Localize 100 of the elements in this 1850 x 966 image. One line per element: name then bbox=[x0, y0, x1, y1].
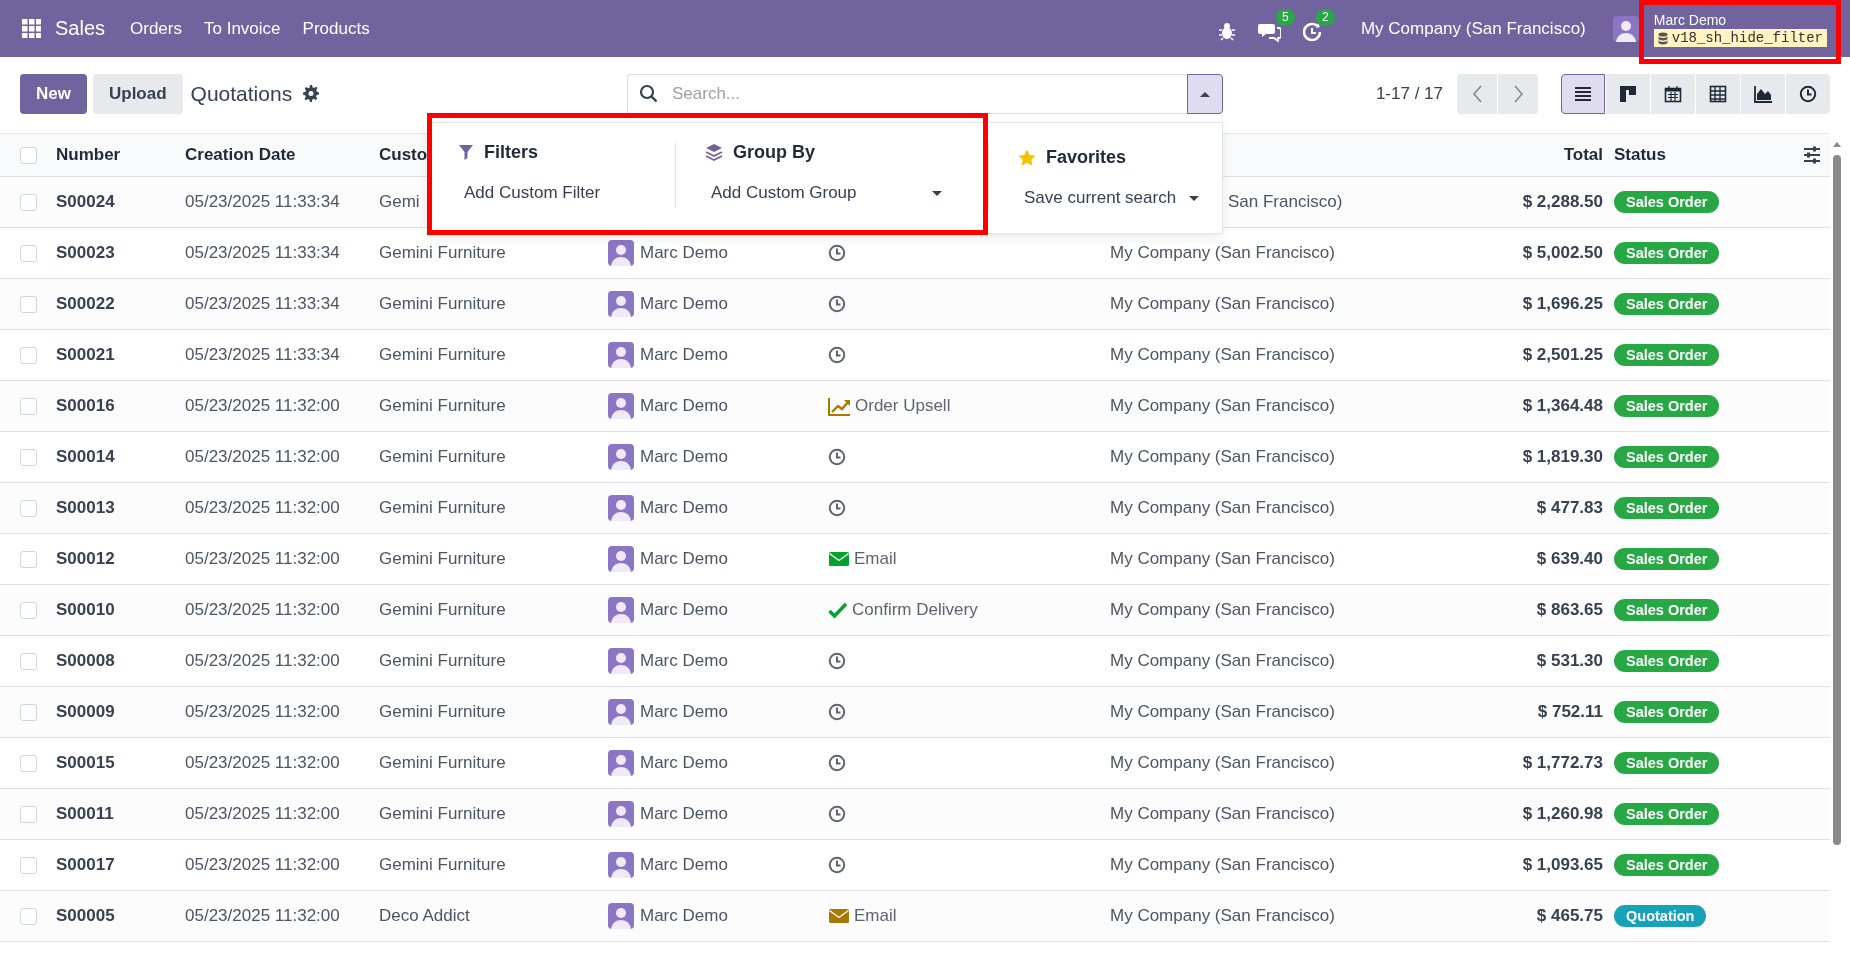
order-number: S00013 bbox=[56, 498, 115, 518]
envelope-icon[interactable] bbox=[828, 549, 850, 569]
creation-date: 05/23/2025 11:32:00 bbox=[185, 600, 340, 620]
clock-icon[interactable] bbox=[828, 244, 846, 262]
company-switcher[interactable]: My Company (San Francisco) bbox=[1349, 18, 1597, 39]
user-name[interactable]: Marc Demo bbox=[1653, 12, 1827, 28]
company-name: My Company (San Francisco) bbox=[1110, 498, 1335, 518]
section-title: Filters bbox=[484, 141, 539, 163]
kanban-view-icon bbox=[1619, 84, 1637, 103]
clock-icon[interactable] bbox=[828, 703, 846, 721]
order-number: S00016 bbox=[56, 396, 115, 416]
section-title: Group By bbox=[733, 141, 815, 163]
clock-icon[interactable] bbox=[828, 346, 846, 364]
avatar-icon bbox=[608, 699, 634, 725]
trend-chart-icon[interactable] bbox=[828, 395, 851, 417]
row-checkbox[interactable] bbox=[20, 652, 37, 670]
salesperson-name: Marc Demo bbox=[640, 447, 728, 467]
search-panel-toggle[interactable] bbox=[1187, 73, 1223, 114]
row-checkbox[interactable] bbox=[20, 295, 37, 313]
add-custom-filter-link[interactable]: Add Custom Filter bbox=[464, 180, 601, 206]
salesperson-name: Marc Demo bbox=[640, 651, 728, 671]
company-name: My Company (San Francisco) bbox=[1110, 549, 1335, 569]
salesperson-name: Marc Demo bbox=[640, 753, 728, 773]
creation-date: 05/23/2025 11:32:00 bbox=[185, 753, 340, 773]
row-checkbox[interactable] bbox=[20, 856, 37, 874]
order-number: S00005 bbox=[56, 906, 115, 926]
row-checkbox[interactable] bbox=[20, 805, 37, 823]
clock-icon[interactable] bbox=[828, 499, 846, 517]
app-menu-button[interactable] bbox=[22, 19, 41, 38]
order-total: $ 752.11 bbox=[1537, 702, 1603, 722]
view-switch-button[interactable] bbox=[1561, 73, 1605, 114]
avatar-icon bbox=[608, 801, 634, 827]
order-number: S00011 bbox=[56, 804, 114, 824]
company-name: My Company (San Francisco) bbox=[1110, 243, 1335, 263]
row-checkbox[interactable] bbox=[20, 397, 37, 415]
column-header[interactable]: Total bbox=[1563, 145, 1603, 165]
order-total: $ 5,002.50 bbox=[1522, 243, 1603, 263]
menu-link[interactable]: Orders bbox=[119, 18, 193, 39]
row-checkbox[interactable] bbox=[20, 448, 37, 466]
caret-down-icon bbox=[1188, 194, 1201, 202]
save-search-toggle[interactable]: Save current search bbox=[1024, 185, 1201, 211]
new-button[interactable]: New bbox=[20, 73, 87, 114]
clock-icon[interactable] bbox=[828, 805, 846, 823]
order-total: $ 2,501.25 bbox=[1522, 345, 1603, 365]
avatar-icon bbox=[608, 393, 634, 419]
avatar-icon bbox=[608, 648, 634, 674]
envelope-icon[interactable] bbox=[828, 906, 850, 926]
status-badge: Sales Order bbox=[1614, 191, 1720, 213]
order-total: $ 1,772.73 bbox=[1522, 753, 1603, 773]
row-checkbox[interactable] bbox=[20, 703, 37, 721]
upload-button[interactable]: Upload bbox=[92, 73, 183, 114]
activity-clock-icon bbox=[1302, 22, 1321, 41]
column-header[interactable]: Creation Date bbox=[185, 145, 296, 165]
search-field[interactable]: Search... bbox=[627, 73, 1187, 114]
list-view-icon bbox=[1574, 84, 1592, 103]
clock-icon[interactable] bbox=[828, 448, 846, 466]
column-header[interactable]: Number bbox=[56, 145, 121, 165]
add-custom-group-select[interactable]: Add Custom Group bbox=[711, 180, 943, 206]
avatar-icon bbox=[608, 342, 634, 368]
status-badge: Sales Order bbox=[1614, 650, 1720, 672]
customer-name: Gemini Furniture bbox=[379, 804, 506, 824]
activity-label: Confirm Delivery bbox=[852, 600, 978, 620]
column-header[interactable]: Status bbox=[1614, 145, 1666, 165]
user-avatar-icon[interactable] bbox=[1612, 15, 1639, 42]
menu-link[interactable]: To Invoice bbox=[193, 18, 292, 39]
clock-icon[interactable] bbox=[828, 295, 846, 313]
order-number: S00024 bbox=[56, 192, 115, 212]
status-badge: Sales Order bbox=[1614, 599, 1720, 621]
status-badge: Sales Order bbox=[1614, 701, 1720, 723]
customer-name: Gemini Furniture bbox=[379, 753, 506, 773]
row-checkbox[interactable] bbox=[20, 754, 37, 772]
checkmark-icon[interactable] bbox=[828, 601, 848, 619]
clock-icon[interactable] bbox=[828, 856, 846, 874]
row-checkbox[interactable] bbox=[20, 601, 37, 619]
status-badge: Sales Order bbox=[1614, 395, 1720, 417]
column-header[interactable]: Custo bbox=[379, 145, 428, 165]
row-checkbox[interactable] bbox=[20, 346, 37, 364]
row-checkbox[interactable] bbox=[20, 499, 37, 517]
menu-link[interactable]: Products bbox=[291, 18, 381, 39]
avatar-icon bbox=[608, 291, 634, 317]
select-all-checkbox[interactable] bbox=[20, 146, 37, 164]
chevron-right-icon bbox=[1512, 83, 1524, 104]
company-name: My Company (San Francisco) bbox=[1110, 396, 1335, 416]
row-checkbox[interactable] bbox=[20, 550, 37, 568]
clock-icon[interactable] bbox=[828, 754, 846, 772]
layers-icon bbox=[705, 143, 723, 161]
row-checkbox[interactable] bbox=[20, 907, 37, 925]
row-checkbox[interactable] bbox=[20, 244, 37, 262]
column-settings-icon[interactable] bbox=[1802, 145, 1821, 165]
activity-label: Email bbox=[854, 549, 897, 569]
clock-icon[interactable] bbox=[828, 652, 846, 670]
app-name[interactable]: Sales bbox=[55, 17, 106, 40]
order-total: $ 863.65 bbox=[1536, 600, 1603, 620]
avatar-icon bbox=[608, 597, 634, 623]
company-name: My Company (San Francisco) bbox=[1110, 345, 1335, 365]
customer-name: Gemi bbox=[379, 192, 420, 212]
settings-icon[interactable] bbox=[302, 85, 321, 102]
row-checkbox[interactable] bbox=[20, 193, 37, 211]
customer-name: Gemini Furniture bbox=[379, 600, 506, 620]
pager-value[interactable]: 1-17 / 17 bbox=[1375, 83, 1443, 104]
